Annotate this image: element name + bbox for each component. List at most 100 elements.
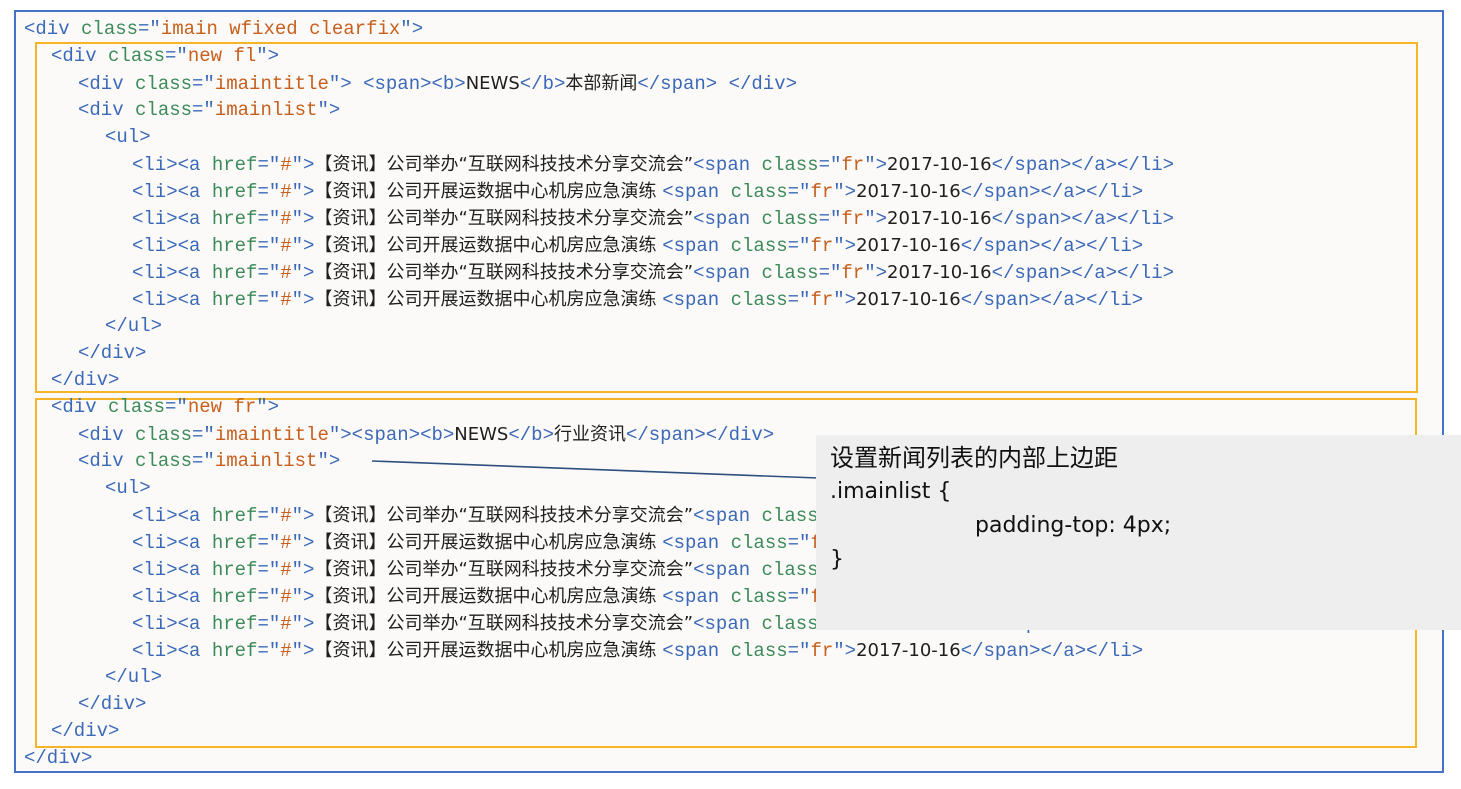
code-token: </span></a></li>: [991, 262, 1175, 284]
code-token: "> <span><b>: [328, 73, 466, 95]
code-token: 2017-10-16: [856, 235, 961, 256]
code-token: fr: [841, 262, 865, 284]
code-line: <ul>: [105, 124, 151, 151]
code-token: class: [730, 181, 788, 203]
code-token: =": [165, 45, 188, 67]
code-token: class: [761, 613, 819, 635]
callout-declaration: padding-top: 4px;: [975, 513, 1172, 538]
code-token: </div>: [51, 369, 120, 391]
code-token: #: [280, 208, 292, 230]
code-token: </ul>: [105, 315, 163, 337]
code-token: 本部新闻: [565, 73, 638, 94]
code-token: #: [280, 586, 292, 608]
code-token: imaintitle: [214, 424, 329, 446]
code-token: class: [135, 99, 193, 121]
code-token: href: [211, 208, 258, 230]
code-token: 【资讯】公司举办“互联网科技技术分享交流会”: [314, 154, 694, 175]
code-token: class: [761, 505, 819, 527]
code-token: <span: [662, 586, 731, 608]
code-token: =": [787, 181, 811, 203]
code-token: 【资讯】公司开展运数据中心机房应急演练: [314, 586, 663, 607]
code-token: imainlist: [214, 99, 318, 121]
code-token: class: [730, 640, 788, 662]
code-token: NEWS: [465, 73, 520, 94]
callout-close-brace: }: [830, 547, 844, 572]
code-token: ">: [864, 154, 887, 176]
code-token: ">: [833, 640, 857, 662]
code-token: 【资讯】公司举办“互联网科技技术分享交流会”: [314, 208, 694, 229]
code-token: #: [280, 613, 292, 635]
code-token: ">: [317, 450, 341, 472]
code-token: imain wfixed clearfix: [160, 18, 401, 40]
code-line: </ul>: [105, 664, 162, 691]
code-line: </div>: [24, 745, 92, 772]
code-token: href: [211, 532, 258, 554]
code-token: =": [257, 586, 281, 608]
code-token: 【资讯】公司开展运数据中心机房应急演练: [314, 235, 663, 256]
code-token: <li><a: [132, 640, 212, 662]
code-token: href: [211, 235, 258, 257]
code-line: <div class="imainlist">: [78, 448, 340, 475]
code-token: imainlist: [214, 450, 318, 472]
code-token: NEWS: [454, 424, 509, 445]
code-token: imaintitle: [214, 73, 329, 95]
code-token: <li><a: [132, 154, 212, 176]
code-line: </div>: [51, 718, 119, 745]
code-token: 2017-10-16: [887, 208, 992, 229]
code-token: class: [761, 262, 819, 284]
code-token: <div: [51, 45, 109, 67]
code-token: <span: [662, 532, 731, 554]
code-token: <li><a: [132, 262, 212, 284]
code-line: <div class="imainlist">: [78, 97, 340, 124]
code-line: <li><a href="#">【资讯】公司开展运数据中心机房应急演练 <spa…: [132, 637, 1143, 664]
code-token: ">: [400, 18, 424, 40]
code-token: #: [280, 505, 292, 527]
code-token: 【资讯】公司举办“互联网科技技术分享交流会”: [314, 262, 694, 283]
code-token: ">: [256, 396, 280, 418]
code-token: </div>: [51, 720, 120, 742]
code-token: ">: [864, 208, 887, 230]
code-token: </ul>: [105, 666, 163, 688]
code-token: <span: [662, 289, 731, 311]
code-token: <li><a: [132, 532, 212, 554]
code-token: ">: [291, 262, 315, 284]
code-line: <li><a href="#">【资讯】公司开展运数据中心机房应急演练 <spa…: [132, 286, 1143, 313]
code-line: <div class="imaintitle"><span><b>NEWS</b…: [78, 421, 774, 448]
code-token: fr: [841, 154, 865, 176]
code-token: </span></div>: [625, 424, 775, 446]
code-token: =": [257, 613, 281, 635]
code-token: =": [818, 262, 842, 284]
code-token: class: [730, 235, 788, 257]
code-token: =": [257, 505, 281, 527]
code-line: <ul>: [105, 475, 151, 502]
code-token: =": [192, 99, 215, 121]
code-line: <li><a href="#">【资讯】公司举办“互联网科技技术分享交流会”<s…: [132, 151, 1174, 178]
code-line: <li><a href="#">【资讯】公司开展运数据中心机房应急演练 <spa…: [132, 178, 1143, 205]
code-token: =": [787, 586, 811, 608]
code-token: href: [211, 586, 258, 608]
code-token: </div>: [78, 342, 147, 364]
code-token: <span: [693, 613, 762, 635]
code-token: ">: [291, 208, 315, 230]
code-token: ">: [833, 181, 857, 203]
code-token: <li><a: [132, 235, 212, 257]
code-token: ">: [291, 640, 315, 662]
code-token: =": [257, 235, 281, 257]
code-line: <div class="new fl">: [51, 43, 279, 70]
code-token: fr: [810, 181, 834, 203]
code-token: </span></a></li>: [960, 640, 1144, 662]
code-token: =": [257, 181, 281, 203]
code-token: 【资讯】公司开展运数据中心机房应急演练: [314, 640, 663, 661]
code-token: =": [787, 235, 811, 257]
code-token: <div: [78, 99, 136, 121]
code-token: ">: [291, 613, 315, 635]
code-line: </div>: [78, 691, 146, 718]
code-token: href: [211, 154, 258, 176]
code-token: ">: [864, 262, 887, 284]
code-token: fr: [810, 235, 834, 257]
code-token: =": [257, 640, 281, 662]
code-line: <div class="imaintitle"> <span><b>NEWS</…: [78, 70, 797, 97]
code-token: class: [730, 586, 788, 608]
code-token: href: [211, 289, 258, 311]
code-token: <div: [78, 450, 136, 472]
